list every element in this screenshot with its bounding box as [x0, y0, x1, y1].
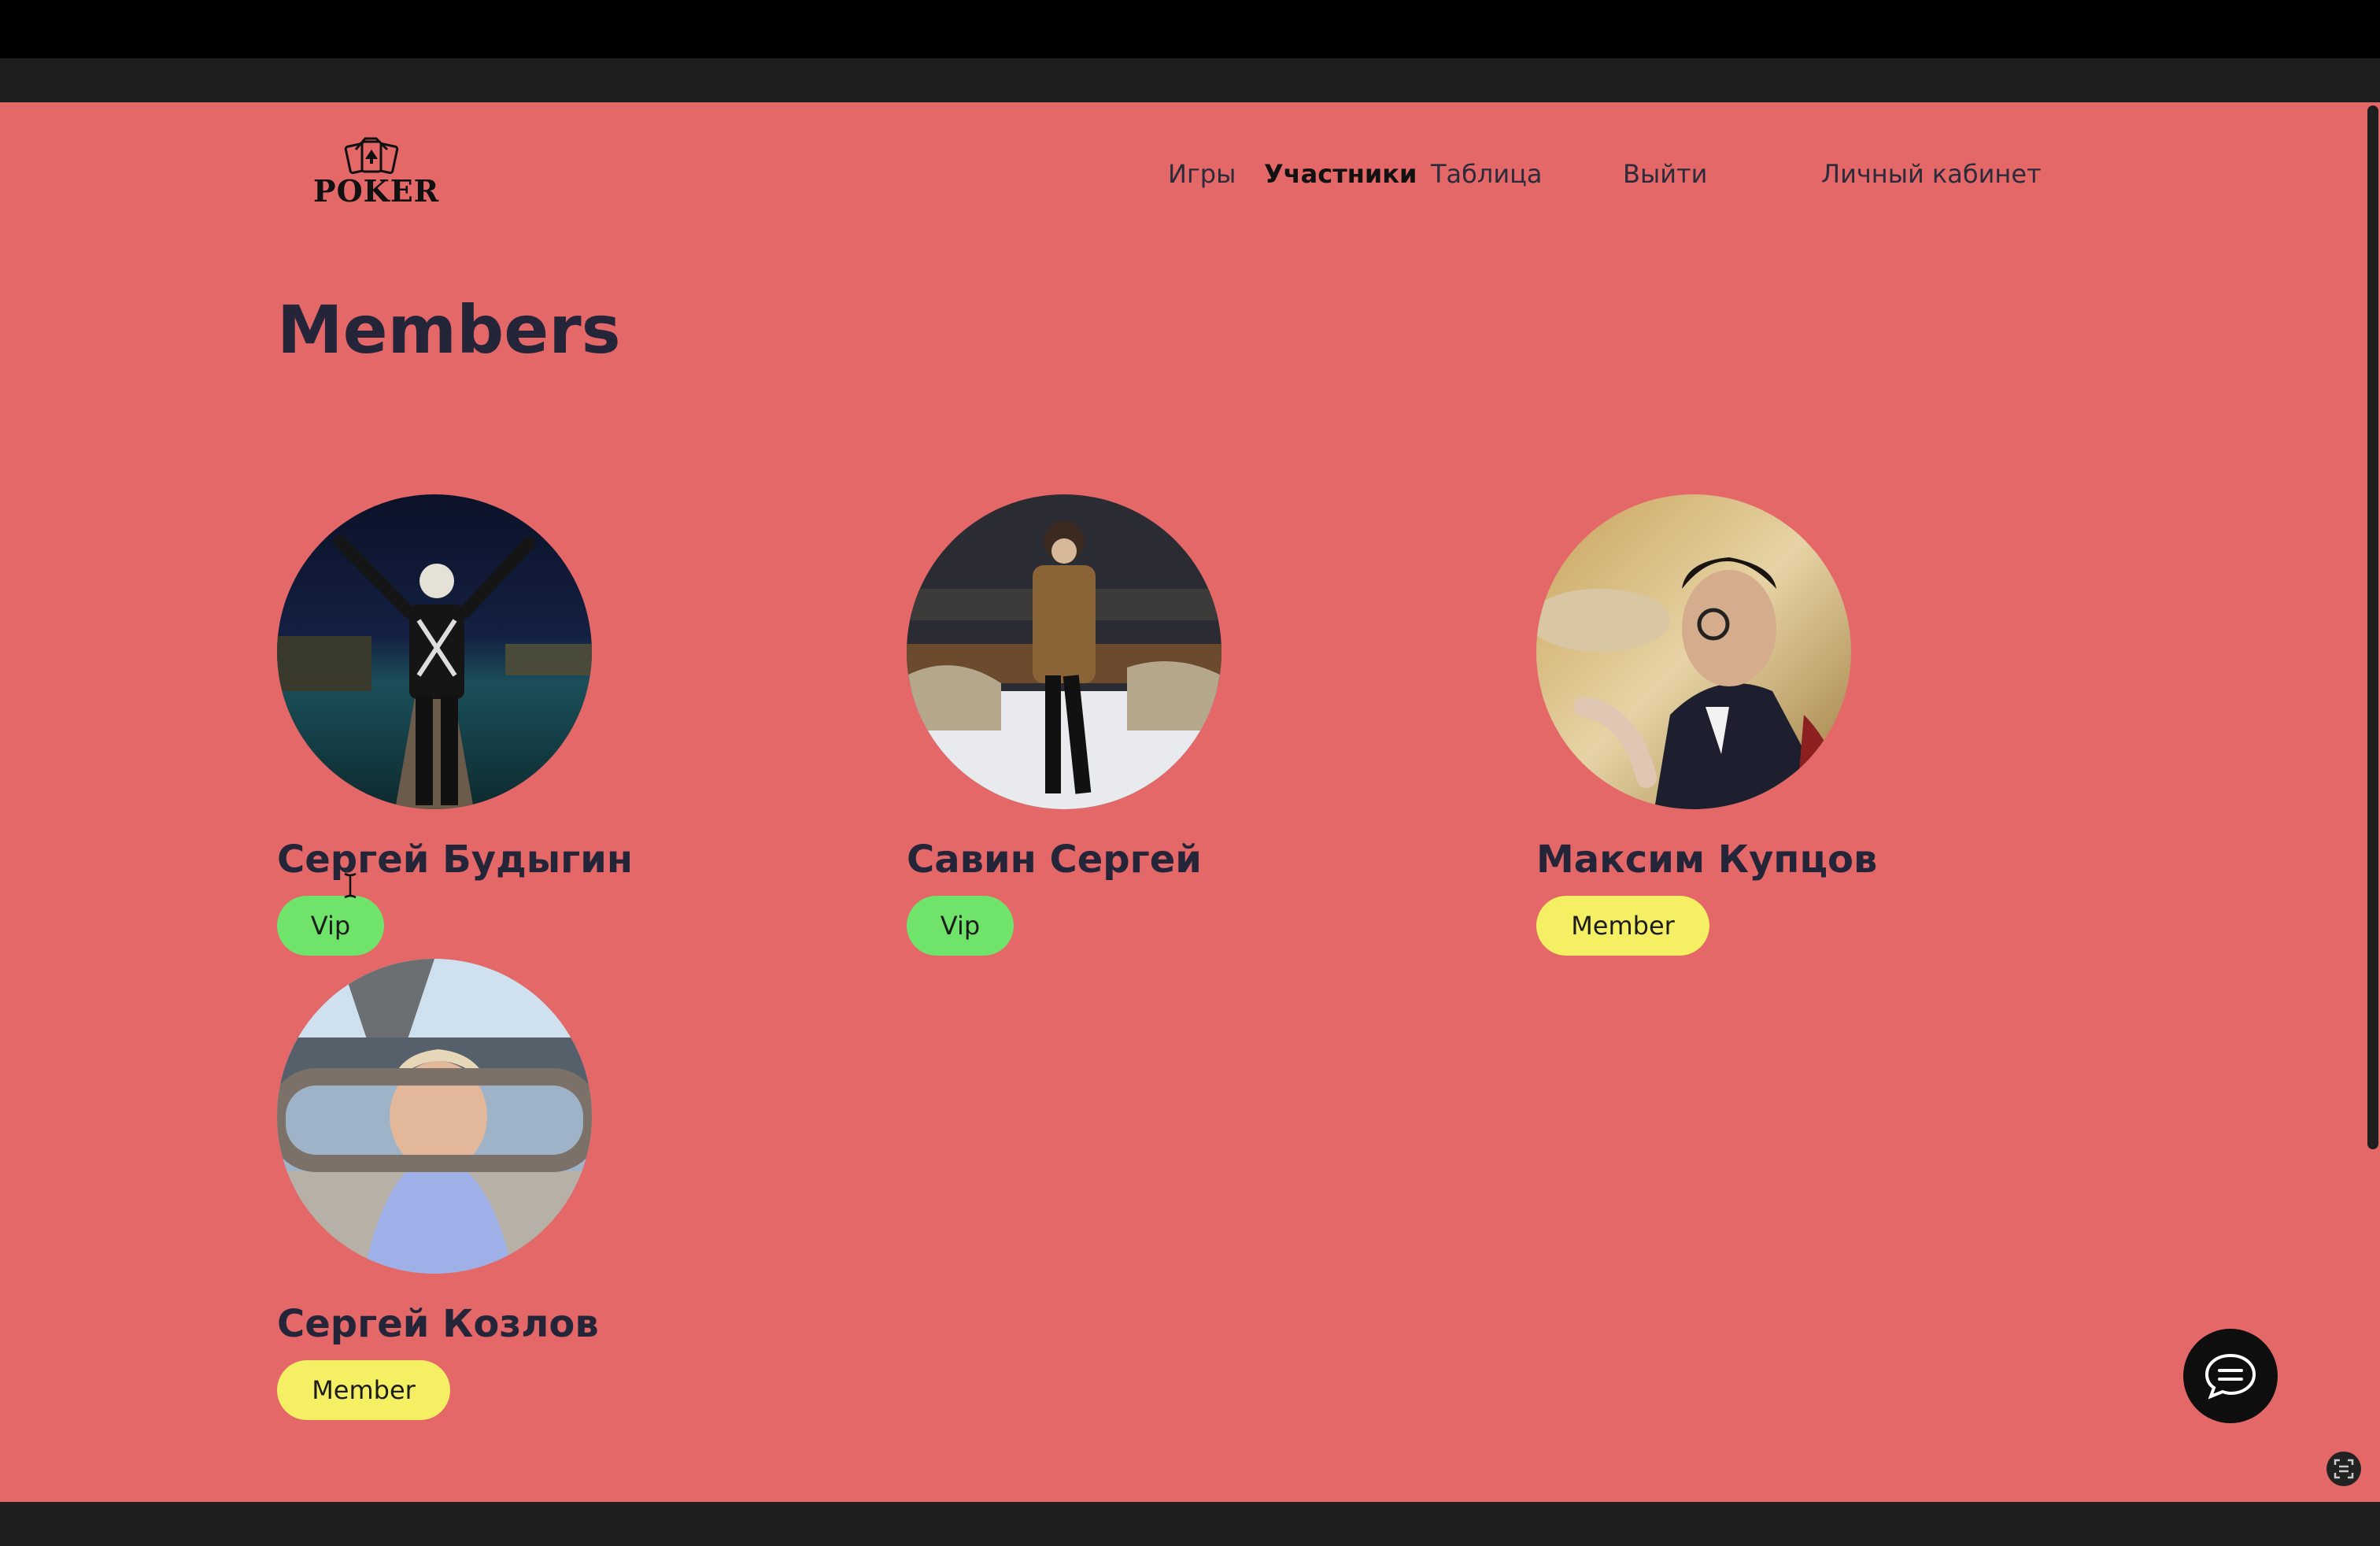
bottom-bar — [0, 1502, 2380, 1546]
screen-capture-icon — [2334, 1459, 2354, 1479]
status-badge: Member — [1536, 896, 1709, 956]
nav-table[interactable]: Таблица — [1431, 159, 1543, 189]
status-badge: Member — [277, 1360, 450, 1420]
avatar[interactable] — [277, 494, 592, 809]
text-cursor-icon — [344, 872, 357, 899]
nav-personal-cabinet[interactable]: Личный кабинет — [1821, 159, 2042, 189]
status-badge: Vip — [907, 896, 1014, 956]
member-card: Максим Купцов Member — [1536, 494, 2009, 967]
avatar[interactable] — [277, 959, 592, 1274]
member-name: Максим Купцов — [1536, 838, 1878, 882]
member-name: Сергей Козлов — [277, 1302, 599, 1346]
member-name: Савин Сергей — [907, 838, 1202, 882]
chat-button[interactable] — [2183, 1329, 2278, 1423]
logo-text: POKER — [313, 173, 440, 209]
page-title: Members — [277, 291, 621, 368]
member-card: Савин Сергей Vip — [907, 494, 1379, 967]
avatar[interactable] — [907, 494, 1221, 809]
screen-capture-button[interactable] — [2326, 1452, 2361, 1486]
member-card: Сергей Козлов Member — [277, 959, 749, 1431]
browser-bar — [0, 58, 2380, 102]
nav-logout[interactable]: Выйти — [1623, 159, 1707, 189]
scrollbar-thumb[interactable] — [2367, 105, 2378, 1149]
page: POKER Игры Участники Таблица Выйти Личны… — [0, 102, 2380, 1502]
nav-members[interactable]: Участники — [1264, 159, 1417, 189]
status-badge: Vip — [277, 896, 384, 956]
chat-bubble-icon — [2204, 1353, 2256, 1400]
avatar[interactable] — [1536, 494, 1851, 809]
window-top-strip — [0, 0, 2380, 58]
member-name: Сергей Будыгин — [277, 838, 634, 882]
poker-logo[interactable]: POKER — [313, 134, 440, 209]
scrollbar[interactable] — [2364, 102, 2380, 1502]
nav-games[interactable]: Игры — [1168, 159, 1236, 189]
